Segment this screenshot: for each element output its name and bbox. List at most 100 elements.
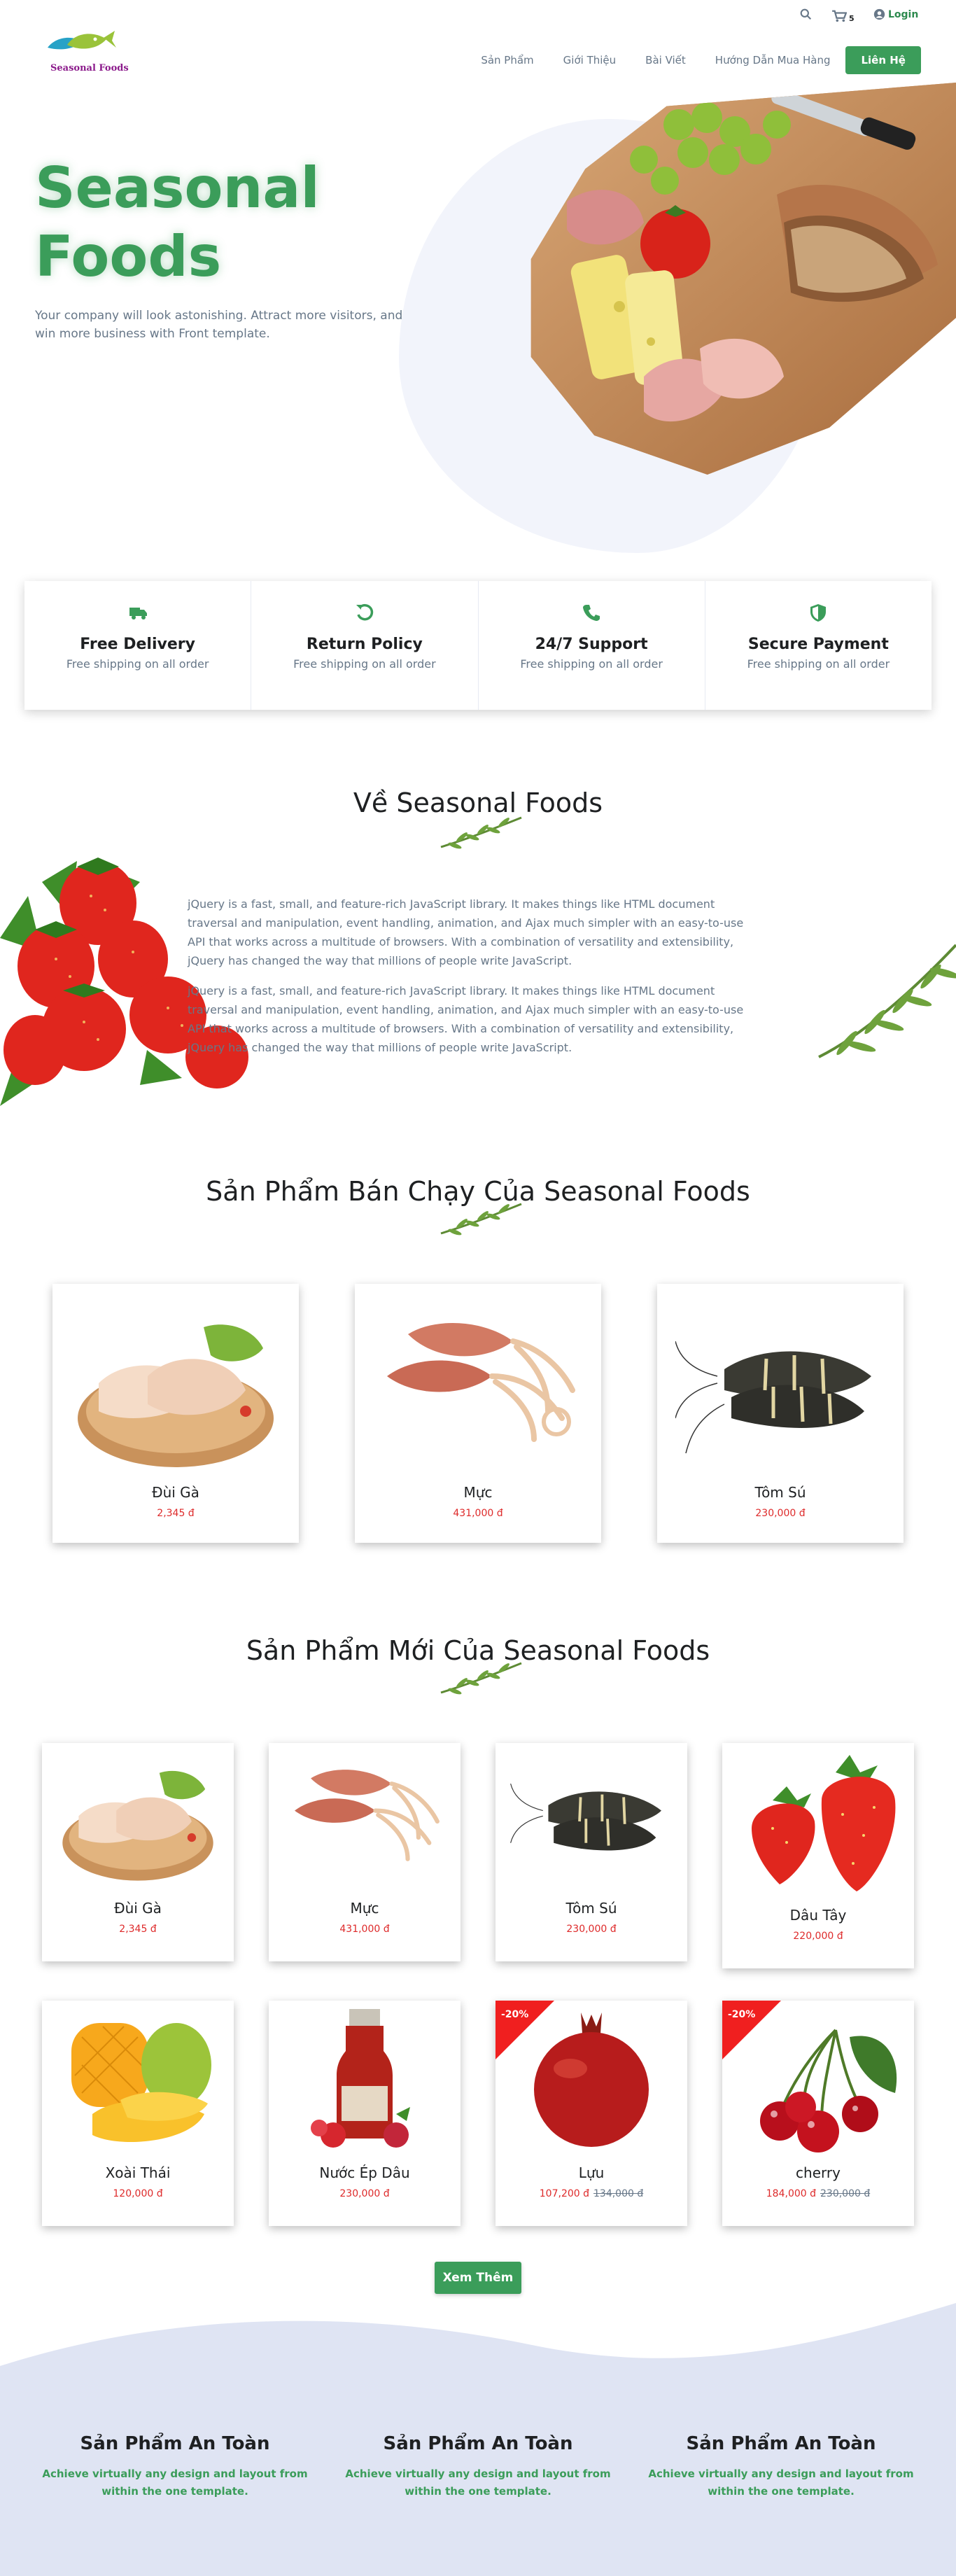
shield-icon xyxy=(808,602,829,623)
return-icon xyxy=(354,602,375,623)
sale-badge-label: -20% xyxy=(501,2009,529,2020)
about-paragraph-1: jQuery is a fast, small, and feature-ric… xyxy=(188,897,744,967)
search-button[interactable] xyxy=(800,8,812,20)
product-name: Lựu xyxy=(578,2164,605,2181)
feature-desc: Free shipping on all order xyxy=(66,657,209,671)
feature-secure-payment: Secure Payment Free shipping on all orde… xyxy=(705,581,932,710)
sale-price: 184,000 đ xyxy=(766,2188,816,2199)
search-icon xyxy=(800,8,812,20)
login-link[interactable]: Login xyxy=(873,8,918,20)
main-nav: Sản Phẩm Giới Thiệu Bài Viết Hướng Dẫn M… xyxy=(451,46,921,74)
tiger-prawn-image xyxy=(510,1784,661,1851)
hero-title: Seasonal Foods xyxy=(35,154,320,291)
hero-subtitle: Your company will look astonishing. Attr… xyxy=(35,309,403,341)
chicken-leg-image xyxy=(78,1324,274,1467)
product-card[interactable]: Mực 431,000 đ xyxy=(269,1743,461,1961)
sale-price: 107,200 đ xyxy=(539,2188,589,2199)
nav-item-products[interactable]: Sản Phẩm xyxy=(481,54,533,66)
safety-block: Sản Phẩm An Toàn Achieve virtually any d… xyxy=(42,2433,308,2500)
safety-desc: Achieve virtually any design and layout … xyxy=(345,2468,611,2498)
product-card[interactable]: -20% Lựu 107,200 đ 134,000 đ xyxy=(495,2001,687,2226)
feature-title: Secure Payment xyxy=(747,636,889,653)
about-paragraph-2: jQuery is a fast, small, and feature-ric… xyxy=(188,984,744,1054)
nav-item-posts[interactable]: Bài Viết xyxy=(645,54,686,66)
product-card[interactable]: Nước Ép Dâu 230,000 đ xyxy=(269,2001,461,2226)
product-price: 2,345 đ xyxy=(157,1508,195,1519)
product-card[interactable]: Mực 431,000 đ xyxy=(355,1284,601,1543)
feature-title: Return Policy xyxy=(306,636,423,653)
feature-free-delivery: Free Delivery Free shipping on all order xyxy=(24,581,252,710)
safety-block: Sản Phẩm An Toàn Achieve virtually any d… xyxy=(345,2433,611,2500)
product-card[interactable]: Dâu Tây 220,000 đ xyxy=(722,1743,914,1968)
product-price: 230,000 đ xyxy=(339,2188,390,2199)
product-price: 431,000 đ xyxy=(339,1924,390,1935)
header: Seasonal Foods 5 Login Sản Phẩm Giới Thi… xyxy=(0,0,956,84)
safety-title: Sản Phẩm An Toàn xyxy=(383,2433,573,2454)
product-card[interactable]: Xoài Thái 120,000 đ xyxy=(42,2001,234,2226)
product-price: 220,000 đ xyxy=(793,1931,843,1942)
tiger-prawn-image xyxy=(675,1340,871,1454)
product-price: 230,000 đ xyxy=(566,1924,617,1935)
old-price: 134,000 đ xyxy=(593,2188,644,2199)
sale-badge-label: -20% xyxy=(728,2009,756,2020)
product-card[interactable]: Tôm Sú 230,000 đ xyxy=(657,1284,904,1543)
chicken-leg-image xyxy=(62,1770,213,1881)
rosemary-branch-image xyxy=(818,944,956,1058)
squid-image xyxy=(295,1770,440,1861)
rosemary-sprig-icon xyxy=(440,1662,522,1695)
truck-icon xyxy=(127,602,148,623)
hero-title-line1: Seasonal xyxy=(35,155,320,220)
product-card[interactable]: Tôm Sú 230,000 đ xyxy=(495,1743,687,1961)
product-name: Nước Ép Dâu xyxy=(319,2164,410,2181)
product-name: Mực xyxy=(463,1484,493,1501)
user-icon xyxy=(873,8,885,20)
fish-logo-icon xyxy=(48,31,116,50)
product-card[interactable]: Đùi Gà 2,345 đ xyxy=(42,1743,234,1961)
strawberry-juice-image xyxy=(311,2009,410,2148)
safety-desc: Achieve virtually any design and layout … xyxy=(42,2468,308,2498)
nav-item-about[interactable]: Giới Thiệu xyxy=(563,54,616,66)
nav-item-guide[interactable]: Hướng Dẫn Mua Hàng xyxy=(715,54,831,66)
product-name: Tôm Sú xyxy=(754,1484,806,1501)
product-price: 107,200 đ 134,000 đ xyxy=(495,2188,687,2199)
strawberry-image xyxy=(752,1755,896,1891)
safety-title: Sản Phẩm An Toàn xyxy=(686,2433,876,2454)
phone-icon xyxy=(581,602,602,623)
brand-logo[interactable]: Seasonal Foods xyxy=(42,27,133,76)
contact-button[interactable]: Liên Hệ xyxy=(845,46,921,74)
product-price: 230,000 đ xyxy=(755,1508,806,1519)
mango-image xyxy=(71,2023,211,2142)
features-bar: Free Delivery Free shipping on all order… xyxy=(24,581,932,710)
rosemary-sprig-icon xyxy=(440,816,522,849)
product-price: 2,345 đ xyxy=(119,1924,157,1935)
product-name: Tôm Sú xyxy=(565,1900,617,1917)
product-price: 184,000 đ 230,000 đ xyxy=(722,2188,914,2199)
feature-title: 24/7 Support xyxy=(535,636,648,653)
login-label: Login xyxy=(888,8,919,20)
feature-desc: Free shipping on all order xyxy=(520,657,663,671)
product-card[interactable]: -20% cherry 184,000 đ 230,000 đ xyxy=(722,2001,914,2226)
brand-name: Seasonal Foods xyxy=(50,63,129,74)
product-name: Mực xyxy=(350,1900,379,1917)
old-price: 230,000 đ xyxy=(820,2188,871,2199)
footer-wave-background xyxy=(0,2303,956,2576)
safety-title: Sản Phẩm An Toàn xyxy=(80,2433,270,2454)
rosemary-sprig-icon xyxy=(440,1203,522,1236)
cart-icon xyxy=(832,10,847,22)
product-card[interactable]: Đùi Gà 2,345 đ xyxy=(52,1284,299,1543)
product-name: Xoài Thái xyxy=(105,2164,171,2181)
safety-block: Sản Phẩm An Toàn Achieve virtually any d… xyxy=(648,2433,914,2500)
feature-title: Free Delivery xyxy=(80,636,195,653)
cart-button[interactable]: 5 xyxy=(831,8,855,23)
feature-desc: Free shipping on all order xyxy=(293,657,436,671)
product-name: Dâu Tây xyxy=(789,1907,847,1924)
product-price: 120,000 đ xyxy=(113,2188,163,2199)
feature-desc: Free shipping on all order xyxy=(747,657,890,671)
safety-desc: Achieve virtually any design and layout … xyxy=(648,2468,914,2498)
product-price: 431,000 đ xyxy=(453,1508,503,1519)
feature-support: 24/7 Support Free shipping on all order xyxy=(479,581,705,710)
product-name: cherry xyxy=(796,2164,841,2181)
feature-return-policy: Return Policy Free shipping on all order xyxy=(251,581,479,710)
product-name: Đùi Gà xyxy=(114,1900,162,1917)
cart-count: 5 xyxy=(849,14,855,23)
